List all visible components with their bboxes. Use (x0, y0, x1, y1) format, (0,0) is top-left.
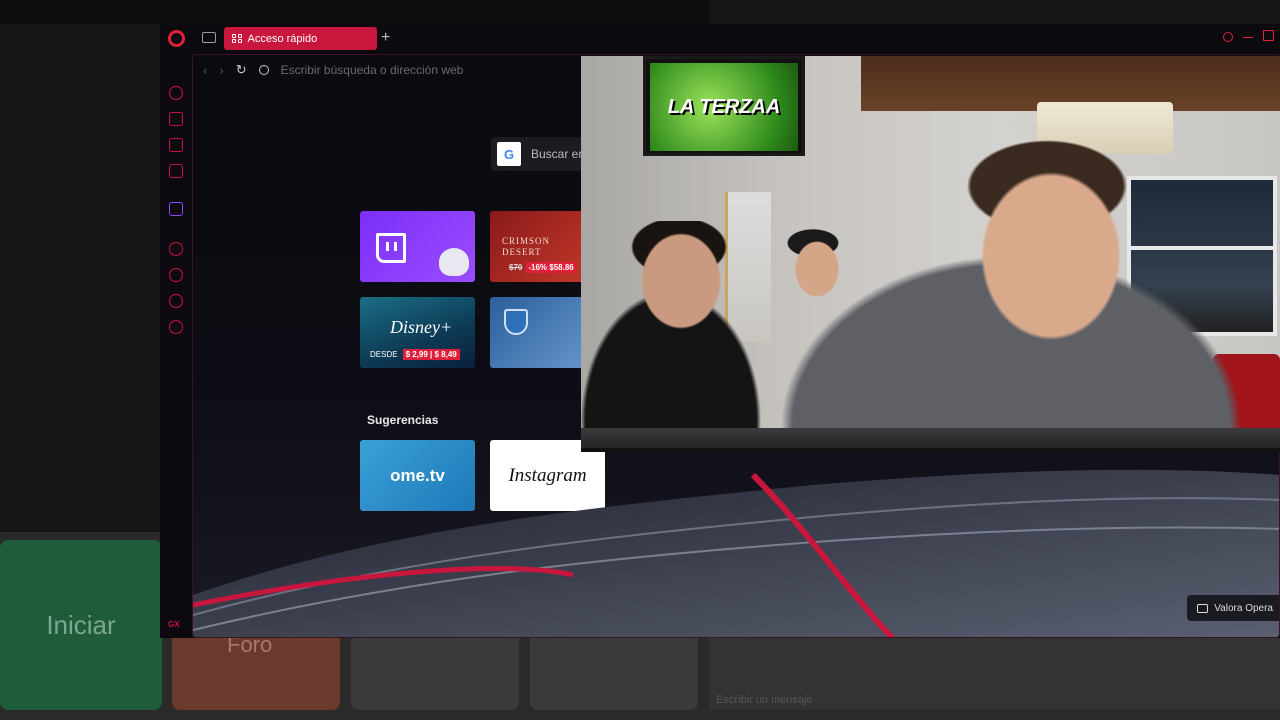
rate-opera-button[interactable]: Valora Opera (1187, 595, 1279, 621)
sidebar-extensions-icon[interactable] (169, 294, 183, 308)
maximize-icon[interactable] (1263, 30, 1274, 41)
sidebar-play-icon[interactable] (169, 242, 183, 256)
disney-price-prefix: DESDE (370, 350, 398, 359)
opera-logo-icon[interactable] (168, 30, 185, 47)
chat-input[interactable]: Escribir un mensaje (716, 694, 813, 706)
background-top-bar (0, 0, 710, 24)
sidebar-settings-icon[interactable] (169, 320, 183, 334)
disney-plus-price: DESDE $ 2,99 | $ 8,49 (370, 349, 460, 360)
rate-opera-label: Valora Opera (1214, 602, 1273, 614)
webcam-bottom-edge (581, 448, 1280, 452)
tab-speed-dial[interactable]: Acceso rápido (224, 27, 377, 50)
sidebar-messenger-icon[interactable] (169, 164, 183, 178)
crimson-sale-price: -16% $58.86 (526, 262, 576, 273)
feedback-icon (1197, 603, 1209, 613)
sidebar-gx-label[interactable]: GX (168, 620, 180, 629)
crimson-desert-title: CRIMSON DESERT (502, 236, 551, 257)
sidebar-twitch-icon[interactable] (169, 202, 183, 216)
start-label: Iniciar (46, 609, 116, 640)
address-input[interactable]: Escribir búsqueda o dirección web (281, 63, 464, 77)
webcam-person-left (581, 221, 761, 450)
sidebar-gx-control-icon[interactable] (169, 86, 183, 100)
search-box-placeholder: Buscar en (531, 147, 586, 161)
webcam-overlay: LA TERZAA (581, 56, 1280, 450)
speed-dial-twitch[interactable] (360, 211, 475, 282)
suggestions-heading: Sugerencias (367, 413, 439, 427)
back-icon[interactable]: ‹ (203, 63, 207, 78)
crimson-old-price: $70 (509, 263, 523, 272)
sidebar-player-icon[interactable] (169, 138, 183, 152)
sidebar-history-icon[interactable] (169, 268, 183, 282)
crimson-desert-price: $70 -16% $58.86 (509, 262, 576, 273)
search-icon (258, 65, 269, 75)
minimize-icon[interactable] (1243, 30, 1253, 38)
twitch-mascot-icon (439, 248, 469, 276)
start-button[interactable]: Iniciar (0, 540, 162, 710)
speed-dial-disney-plus[interactable]: Disney+ DESDE $ 2,99 | $ 8,49 (360, 297, 475, 368)
sidebar-gx-corner-icon[interactable] (169, 112, 183, 126)
speed-dial-grid-icon (232, 33, 242, 44)
wallpaper-wave (193, 469, 1279, 637)
new-tab-button[interactable]: + (381, 29, 390, 47)
tab-search-icon[interactable] (1223, 32, 1233, 42)
disney-price-value: $ 2,99 | $ 8,49 (402, 349, 460, 360)
warships-shield-icon (504, 309, 528, 335)
webcam-desk (581, 428, 1280, 450)
google-icon: G (497, 142, 521, 166)
forward-icon[interactable]: › (219, 63, 223, 78)
webcam-person-right (761, 116, 1241, 450)
twitch-logo-icon (376, 233, 406, 263)
screen: Iniciar Foro Escribir un mensaje Acceso … (0, 0, 1280, 720)
tab-bar: Acceso rápido + (160, 24, 1280, 54)
window-controls (1223, 30, 1274, 42)
reload-icon[interactable]: ↻ (236, 62, 247, 78)
tab-label: Acceso rápido (247, 32, 318, 45)
disney-plus-logo: Disney+ (390, 317, 453, 337)
workspaces-icon[interactable] (202, 32, 216, 43)
sidebar: GX ••• (160, 54, 192, 638)
